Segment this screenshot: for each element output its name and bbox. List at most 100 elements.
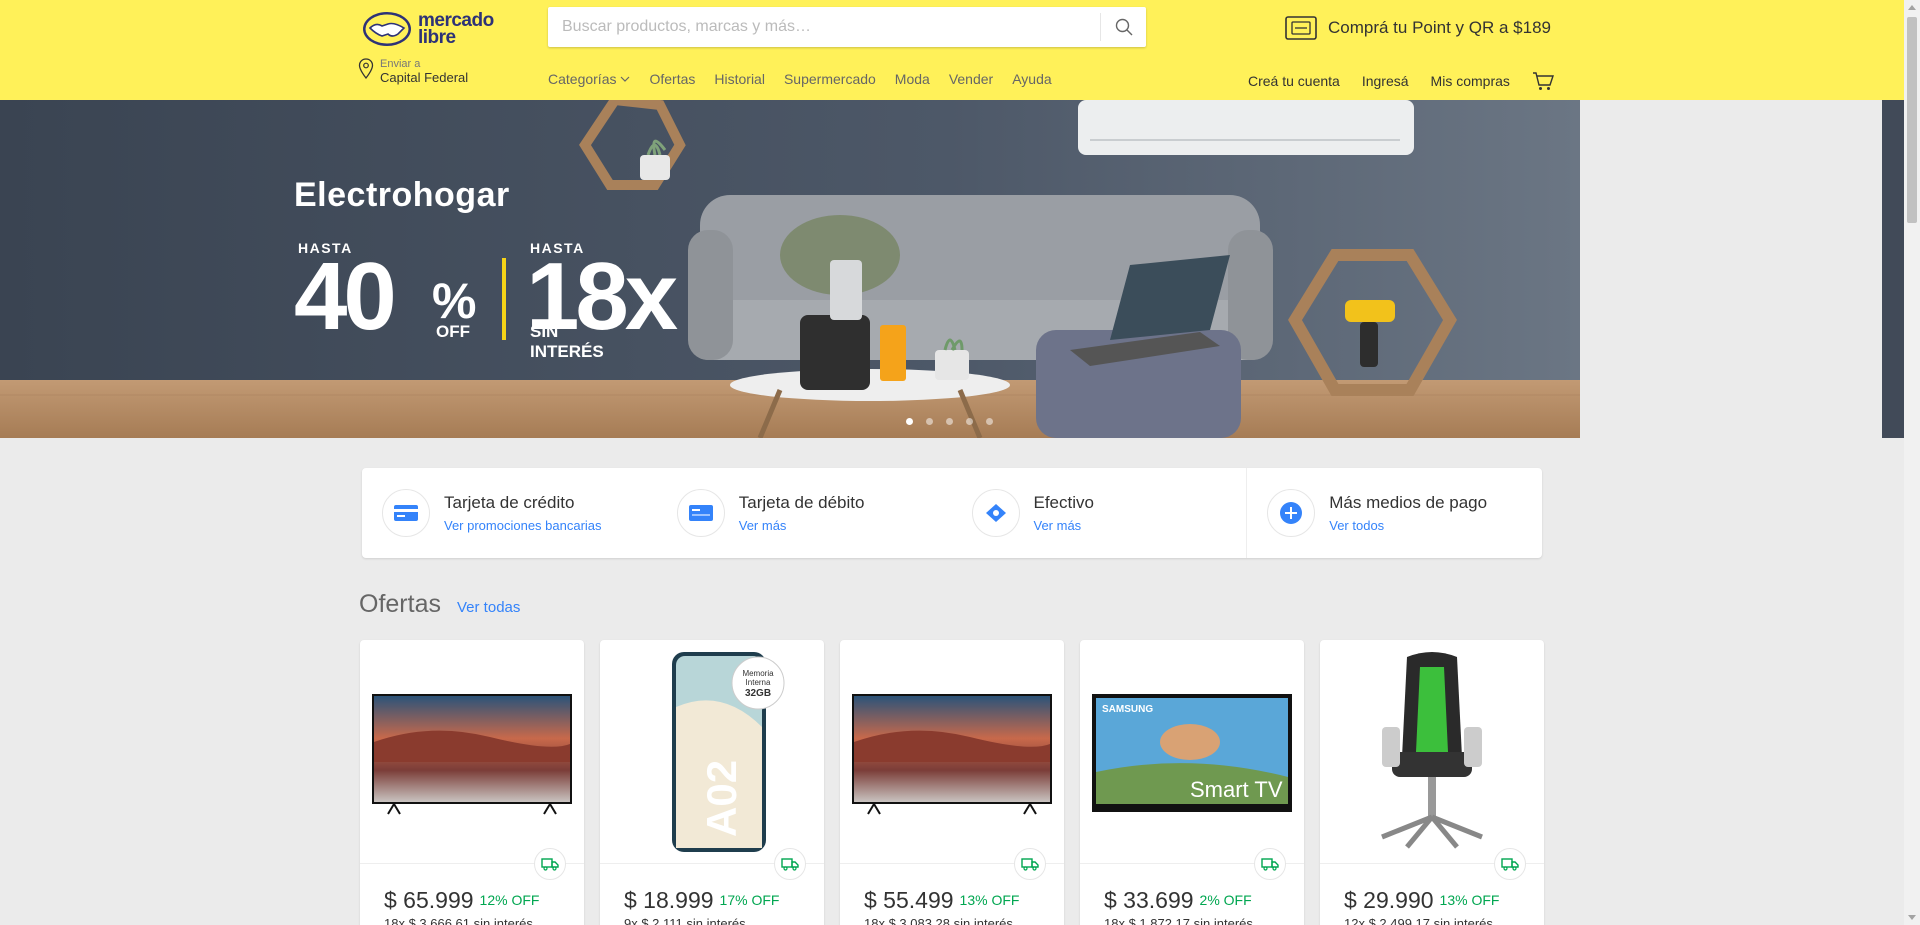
search-button[interactable] bbox=[1100, 13, 1146, 41]
payment-link[interactable]: Ver promociones bancarias bbox=[444, 518, 602, 533]
cart-icon[interactable] bbox=[1532, 71, 1554, 91]
my-purchases-link[interactable]: Mis compras bbox=[1431, 73, 1510, 89]
promo-text: Comprá tu Point y QR a $189 bbox=[1328, 18, 1552, 37]
delivery-location[interactable]: Enviar a Capital Federal bbox=[358, 58, 468, 86]
nav-vender[interactable]: Vender bbox=[949, 71, 993, 87]
free-shipping-truck-icon bbox=[1014, 848, 1046, 880]
product-price: $ 29.990 13% OFF bbox=[1344, 887, 1499, 914]
carousel-dot[interactable] bbox=[986, 418, 993, 425]
search-input[interactable] bbox=[548, 7, 1100, 47]
drill bbox=[1345, 300, 1395, 322]
hero-carousel[interactable]: Electrohogar HASTA 40 % OFF HASTA 18x SI… bbox=[0, 100, 1580, 438]
product-card[interactable]: $ 55.499 13% OFF 18x $ 3.083,28 sin inter… bbox=[840, 640, 1064, 925]
tv-label-text: Smart TV bbox=[1190, 777, 1283, 802]
memory-badge-line-1: Memoria bbox=[742, 669, 774, 678]
scrollbar-thumb[interactable] bbox=[1907, 17, 1917, 223]
scroll-down-arrow-icon[interactable] bbox=[1908, 915, 1916, 920]
product-installments: 18x $ 3.083,28 sin interés bbox=[864, 916, 1013, 925]
nav-ofertas[interactable]: Ofertas bbox=[649, 71, 695, 87]
discount-badge: 12% OFF bbox=[479, 892, 540, 908]
nav-supermercado[interactable]: Supermercado bbox=[784, 71, 876, 87]
main-nav: Categorías Ofertas Historial Supermercad… bbox=[548, 71, 1071, 87]
mercado-libre-logo[interactable]: mercado libre bbox=[362, 9, 502, 49]
tv-landscape-icon bbox=[372, 693, 572, 815]
nav-historial[interactable]: Historial bbox=[714, 71, 765, 87]
free-shipping-truck-icon bbox=[1254, 848, 1286, 880]
carousel-dot[interactable] bbox=[966, 418, 973, 425]
free-shipping-truck-icon bbox=[534, 848, 566, 880]
carousel-dots bbox=[906, 418, 993, 425]
juicer bbox=[800, 315, 870, 390]
product-image: SAMSUNG Smart TV bbox=[1080, 640, 1304, 864]
payment-debit-card[interactable]: Tarjeta de débito Ver más bbox=[657, 468, 952, 558]
payment-link[interactable]: Ver todos bbox=[1329, 518, 1487, 533]
product-image bbox=[1320, 640, 1544, 864]
plus-circle-icon bbox=[1267, 489, 1316, 537]
payment-link[interactable]: Ver más bbox=[1034, 518, 1094, 533]
carousel-dot[interactable] bbox=[926, 418, 933, 425]
account-nav: Creá tu cuenta Ingresá Mis compras bbox=[1248, 71, 1554, 91]
payment-title: Tarjeta de crédito bbox=[444, 493, 575, 512]
juice-glass bbox=[880, 325, 906, 381]
offers-see-all-link[interactable]: Ver todas bbox=[457, 599, 520, 616]
location-value: Capital Federal bbox=[380, 70, 469, 85]
cash-icon bbox=[971, 489, 1020, 537]
product-card[interactable]: $ 29.990 13% OFF 12x $ 2.499,17 sin inter… bbox=[1320, 640, 1544, 925]
payment-link[interactable]: Ver más bbox=[739, 518, 865, 533]
discount-badge: 13% OFF bbox=[1439, 892, 1500, 908]
product-installments: 18x $ 1.872,17 sin interés bbox=[1104, 916, 1253, 925]
login-link[interactable]: Ingresá bbox=[1362, 73, 1409, 89]
scroll-up-arrow-icon[interactable] bbox=[1908, 5, 1916, 10]
product-card[interactable]: SAMSUNG Smart TV $ 33.699 2% OFF 18x $ 1.… bbox=[1080, 640, 1304, 925]
product-image bbox=[840, 640, 1064, 864]
product-image bbox=[360, 640, 584, 864]
price-value: $ 33.699 bbox=[1104, 887, 1194, 913]
hero-sin-interes: SIN INTERÉS bbox=[530, 322, 604, 361]
product-price: $ 33.699 2% OFF bbox=[1104, 887, 1252, 914]
page-scrollbar[interactable] bbox=[1904, 0, 1920, 925]
header: mercado libre Comprá tu Point y QR a $18… bbox=[0, 0, 1904, 100]
create-account-link[interactable]: Creá tu cuenta bbox=[1248, 73, 1340, 89]
hero-title: Electrohogar bbox=[294, 176, 510, 214]
search-icon bbox=[1115, 18, 1132, 36]
hero-background-image bbox=[0, 100, 1580, 438]
product-price: $ 65.999 12% OFF bbox=[384, 887, 539, 914]
price-value: $ 55.499 bbox=[864, 887, 954, 913]
point-promo-banner[interactable]: Comprá tu Point y QR a $189 bbox=[1284, 12, 1551, 44]
product-price: $ 55.499 13% OFF bbox=[864, 887, 1019, 914]
logo-text: mercado libre bbox=[418, 10, 494, 48]
payment-title: Tarjeta de débito bbox=[738, 493, 865, 512]
payment-more[interactable]: Más medios de pago Ver todos bbox=[1246, 468, 1542, 558]
payment-title: Más medios de pago bbox=[1329, 493, 1488, 512]
nav-moda[interactable]: Moda bbox=[895, 71, 930, 87]
product-card[interactable]: $ 65.999 12% OFF 18x $ 3.666,61 sin inter… bbox=[360, 640, 584, 925]
gaming-chair-icon bbox=[1381, 651, 1483, 849]
sofa-arm-left bbox=[688, 230, 733, 360]
debit-card-icon bbox=[676, 489, 725, 537]
free-shipping-truck-icon bbox=[1494, 848, 1526, 880]
nav-categorias[interactable]: Categorías bbox=[548, 71, 630, 87]
carousel-dot[interactable] bbox=[946, 418, 953, 425]
location-pin-icon bbox=[358, 58, 374, 80]
phone-model-text: A02 bbox=[698, 759, 745, 836]
carousel-dot[interactable] bbox=[906, 418, 913, 425]
tv-brand-text: SAMSUNG bbox=[1102, 704, 1153, 715]
hero-divider bbox=[502, 258, 506, 340]
payment-credit-card[interactable]: Tarjeta de crédito Ver promociones banca… bbox=[362, 468, 657, 558]
payment-title: Efectivo bbox=[1033, 493, 1094, 512]
product-card[interactable]: A02 Memoria Interna 32GB $ 18.999 17% OFF… bbox=[600, 640, 824, 925]
memory-badge-line-2: Interna bbox=[746, 678, 771, 687]
payment-methods: Tarjeta de crédito Ver promociones banca… bbox=[362, 468, 1542, 558]
price-value: $ 65.999 bbox=[384, 887, 474, 913]
air-conditioner bbox=[1078, 100, 1414, 155]
discount-badge: 2% OFF bbox=[1199, 892, 1252, 908]
smartphone-icon: A02 Memoria Interna 32GB bbox=[672, 651, 785, 852]
payment-cash[interactable]: Efectivo Ver más bbox=[952, 468, 1247, 558]
discount-badge: 13% OFF bbox=[959, 892, 1020, 908]
memory-badge-line-3: 32GB bbox=[745, 688, 771, 699]
point-device-icon bbox=[1285, 16, 1317, 40]
chevron-down-icon bbox=[621, 76, 630, 82]
discount-badge: 17% OFF bbox=[719, 892, 780, 908]
search-box bbox=[548, 7, 1146, 47]
nav-ayuda[interactable]: Ayuda bbox=[1012, 71, 1051, 87]
